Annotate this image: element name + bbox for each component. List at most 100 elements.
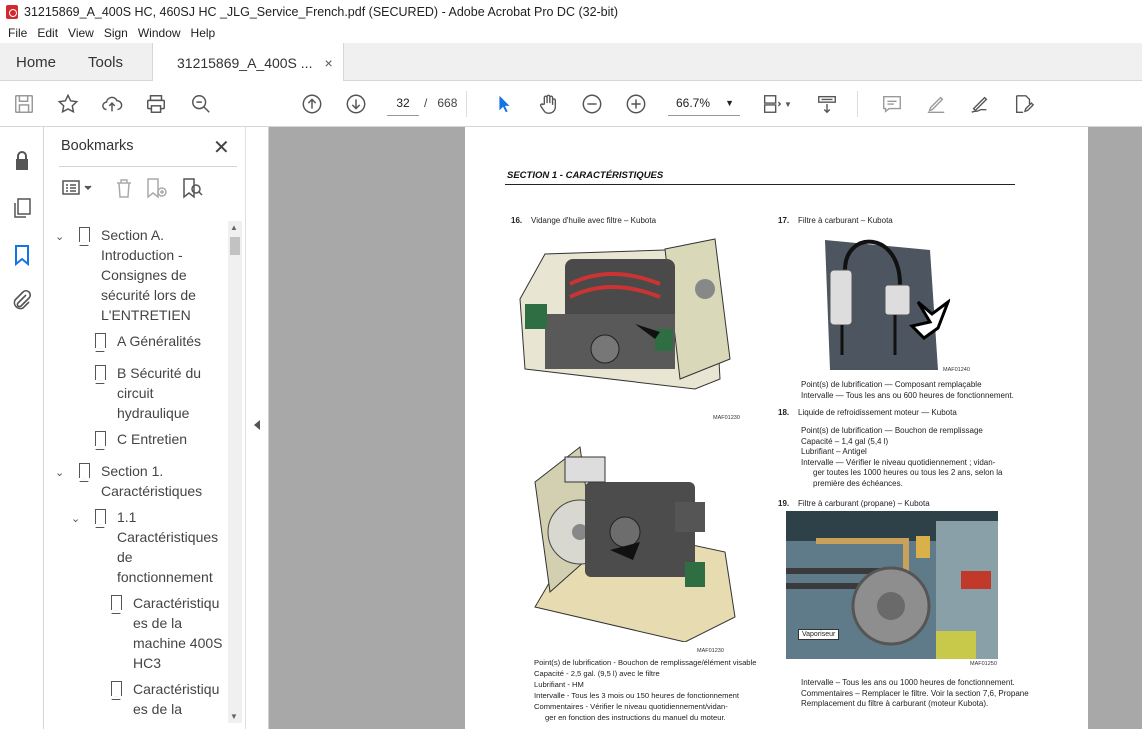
figure-code: MAF01230 <box>713 415 740 421</box>
tab-tools[interactable]: Tools <box>88 43 123 81</box>
text-line: Point(s) de lubrification — Composant re… <box>801 380 982 389</box>
text-line: ger toutes les 1000 heures ou tous les 2… <box>813 468 1003 478</box>
text-line: Commentaires - Vérifier le niveau quotid… <box>534 702 728 711</box>
bookmark-label: C Entretien <box>117 431 188 447</box>
menu-file[interactable]: File <box>4 26 31 40</box>
scroll-mode-icon[interactable] <box>815 92 839 116</box>
tab-document[interactable]: 31215869_A_400S ... × <box>152 43 344 82</box>
tab-document-label: 31215869_A_400S ... <box>177 54 313 71</box>
bookmark-label: B Sécurité du <box>117 365 202 381</box>
lock-icon[interactable] <box>10 149 34 173</box>
collapse-panel-icon[interactable] <box>254 420 260 430</box>
bookmark-panel-icon[interactable] <box>10 243 34 267</box>
text-line: Capacité – 1,4 gal (5,4 l) <box>801 436 889 446</box>
scroll-down-icon[interactable]: ▼ <box>230 712 238 721</box>
close-panel-icon[interactable]: ✕ <box>213 135 230 160</box>
toolbar-divider <box>857 91 858 117</box>
item-19-heading: 19. Filtre à carburant (propane) – Kubot… <box>778 499 930 508</box>
scroll-up-icon[interactable]: ▲ <box>230 223 238 232</box>
section-header: SECTION 1 - CARACTÉRISTIQUES <box>507 170 664 181</box>
item-16-text: Point(s) de lubrification - Bouchon de r… <box>534 657 756 723</box>
menu-view[interactable]: View <box>64 26 98 40</box>
edit-pdf-icon[interactable] <box>1012 92 1036 116</box>
panel-splitter[interactable] <box>245 127 269 729</box>
bookmark-label: Section 1. <box>101 463 164 479</box>
attachment-icon[interactable] <box>10 288 34 312</box>
bookmark-options-icon[interactable] <box>61 177 95 199</box>
highlight-pen-icon[interactable] <box>924 92 948 116</box>
bookmark-icon <box>94 333 106 352</box>
page-total: / 668 <box>424 96 458 110</box>
bookmarks-scrollbar[interactable]: ▲ ▼ <box>228 221 242 723</box>
page-display-icon[interactable] <box>760 92 784 116</box>
menu-sign[interactable]: Sign <box>100 26 132 40</box>
text-line: Lubrifiant - HM <box>534 680 584 689</box>
bookmark-label: Caractéristiques <box>101 483 203 499</box>
toolbar-divider <box>466 91 467 117</box>
figure-code: MAF01230 <box>697 648 724 654</box>
text-line: Intervalle - Tous les 3 mois ou 150 heur… <box>534 691 740 700</box>
hand-tool-icon[interactable] <box>536 92 560 116</box>
title-bar: 31215869_A_400S HC, 460SJ HC _JLG_Servic… <box>0 0 1142 23</box>
next-page-icon[interactable] <box>344 92 368 116</box>
bookmark-label: es de la <box>133 615 183 631</box>
bookmark-icon <box>78 463 90 482</box>
menu-help[interactable]: Help <box>187 26 220 40</box>
prev-page-icon[interactable] <box>300 92 324 116</box>
pdf-page[interactable]: SECTION 1 - CARACTÉRISTIQUES 16. Vidange… <box>465 127 1088 729</box>
chevron-down-icon[interactable]: ⌄ <box>71 509 83 529</box>
bookmark-label: circuit <box>117 385 154 401</box>
bookmark-icon <box>94 509 106 528</box>
tab-bar: Home Tools 31215869_A_400S ... × <box>0 43 1142 82</box>
text-line: Point(s) de lubrification — Bouchon de r… <box>801 426 983 435</box>
bookmark-label: Caractéristiqu <box>133 681 220 697</box>
panel-title: Bookmarks <box>61 138 134 154</box>
engine-figure-2 <box>525 442 745 642</box>
text-line: Point(s) de lubrification - Bouchon de r… <box>534 658 757 667</box>
text-line: ger en fonction des instructions du manu… <box>545 713 726 722</box>
bookmark-label: 1.1 <box>117 509 137 525</box>
chevron-down-icon[interactable]: ⌄ <box>55 463 67 483</box>
find-bookmark-icon[interactable] <box>181 177 205 199</box>
page-number-input[interactable]: 32 <box>387 90 419 116</box>
close-tab-icon[interactable]: × <box>324 55 332 71</box>
bookmark-icon <box>110 595 122 614</box>
chevron-down-icon: ▼ <box>725 97 734 108</box>
bookmark-label: es de la <box>133 701 183 717</box>
bookmark-label: de <box>117 549 133 565</box>
zoom-out-icon[interactable] <box>580 92 604 116</box>
bookmark-label: L'ENTRETIEN <box>101 307 191 323</box>
bookmark-label: Caractéristiques <box>117 529 219 545</box>
page-thumbnails-icon[interactable] <box>10 196 34 220</box>
scrollbar-thumb[interactable] <box>230 237 240 255</box>
text-line: Commentaires – Remplacer le filtre. Voir… <box>801 688 1029 698</box>
zoom-in-icon[interactable] <box>624 92 648 116</box>
bookmark-icon <box>78 227 90 246</box>
chevron-down-icon[interactable]: ▼ <box>783 92 793 116</box>
tab-home[interactable]: Home <box>16 43 56 81</box>
bookmark-label: fonctionnement <box>117 569 213 585</box>
fuel-filter-figure <box>820 230 950 370</box>
print-icon[interactable] <box>144 92 168 116</box>
new-bookmark-icon[interactable] <box>145 177 169 199</box>
upload-cloud-icon[interactable] <box>100 92 124 116</box>
fill-sign-icon[interactable] <box>968 92 992 116</box>
menu-edit[interactable]: Edit <box>33 26 62 40</box>
bookmark-label: Section A. <box>101 227 165 243</box>
menu-window[interactable]: Window <box>134 26 185 40</box>
star-icon[interactable] <box>56 92 80 116</box>
bookmark-label: Caractéristiqu <box>133 595 220 611</box>
bookmark-label: machine 400S <box>133 635 223 651</box>
select-cursor-icon[interactable] <box>492 92 516 116</box>
save-icon[interactable] <box>12 92 36 116</box>
zoom-level-select[interactable]: 66.7% ▼ <box>668 90 740 116</box>
text-line: Lubrifiant – Antigel <box>801 447 867 457</box>
comment-icon[interactable] <box>880 92 904 116</box>
zoom-search-icon[interactable] <box>189 92 213 116</box>
bookmark-list: ⌄ Section A. Introduction - Consignes de… <box>45 217 230 729</box>
menu-bar: File Edit View Sign Window Help <box>0 23 1142 43</box>
chevron-down-icon[interactable]: ⌄ <box>55 227 67 247</box>
bookmark-icon <box>94 365 106 384</box>
bookmarks-panel: Bookmarks ✕ ⌄ Section A. Introduction - … <box>45 127 245 729</box>
delete-bookmark-icon[interactable] <box>113 177 135 199</box>
